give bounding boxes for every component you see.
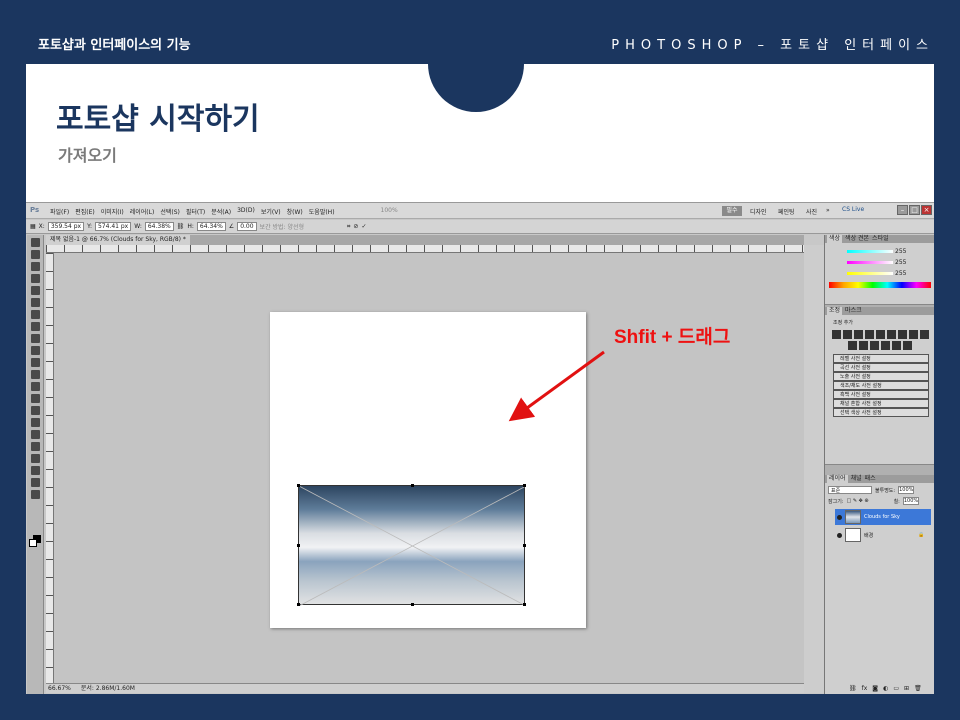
header-left-title: 포토샵과 인터페이스의 기능: [38, 38, 191, 53]
header-right-title: PHOTOSHOP – 포토샵 인터페이스: [611, 38, 934, 53]
slide-content: 포토샵 시작하기 가져오기 Ps 파일(F) 편집(E) 이미지(I) 레이어(…: [26, 64, 934, 694]
annotation-arrow-icon: [508, 350, 605, 422]
